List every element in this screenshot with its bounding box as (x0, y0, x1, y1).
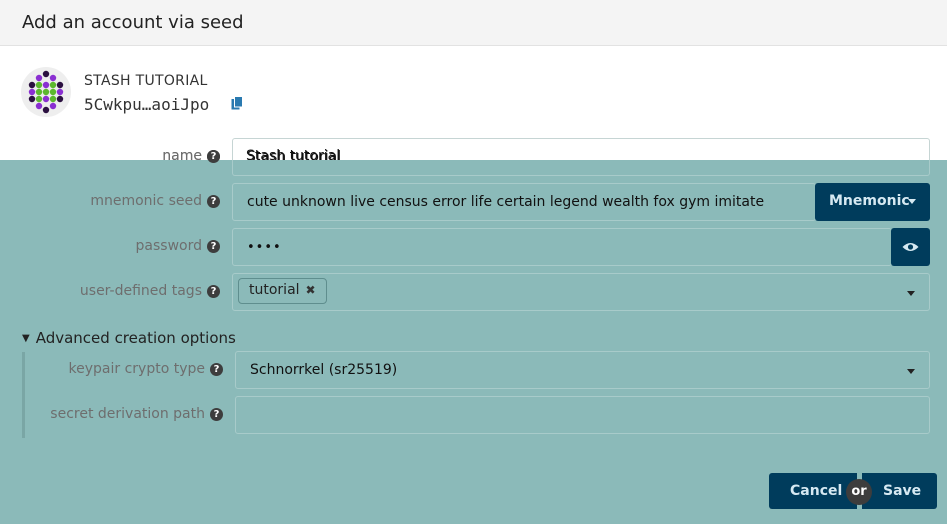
help-icon[interactable]: ? (207, 285, 220, 298)
mnemonic-input[interactable]: cute unknown live census error life cert… (232, 183, 816, 221)
help-icon[interactable]: ? (207, 240, 220, 253)
identicon (21, 67, 71, 117)
mnemonic-label: mnemonic seed? (40, 193, 220, 209)
modal-header: Add an account via seed (0, 0, 947, 46)
remove-tag-icon[interactable]: ✖ (306, 283, 316, 297)
or-separator: or (846, 479, 872, 505)
name-value: Stash tutorial (246, 148, 341, 164)
account-address: 5Cwkpu…aoiJpo (84, 95, 210, 114)
cancel-button[interactable]: Cancel (769, 473, 857, 509)
eye-icon (902, 243, 919, 251)
account-name: STASH TUTORIAL (84, 73, 208, 89)
advanced-options-toggle[interactable]: ▼ Advanced creation options (22, 329, 236, 347)
password-label: password? (40, 238, 220, 254)
advanced-section-rail (22, 352, 25, 438)
chevron-down-icon (907, 369, 915, 374)
help-icon[interactable]: ? (210, 408, 223, 421)
password-input[interactable]: •••• (232, 228, 892, 266)
help-icon[interactable]: ? (207, 150, 220, 163)
derivation-path-input[interactable] (235, 396, 930, 434)
save-button[interactable]: Save (862, 473, 937, 509)
tags-label: user-defined tags? (20, 283, 220, 299)
tag-chip: tutorial ✖ (238, 278, 327, 304)
crypto-type-select[interactable]: Schnorrkel (sr25519) (235, 351, 930, 389)
toggle-password-visibility-button[interactable] (891, 228, 930, 266)
derivation-path-label: secret derivation path? (30, 406, 223, 422)
caret-down-icon: ▼ (22, 333, 30, 344)
crypto-type-label: keypair crypto type? (30, 361, 223, 377)
help-icon[interactable]: ? (207, 195, 220, 208)
modal-title: Add an account via seed (22, 12, 244, 33)
name-label-overlay: name? (100, 148, 220, 164)
chevron-down-icon (907, 291, 915, 296)
tags-dropdown[interactable] (232, 273, 930, 311)
caret-down-icon (908, 199, 916, 204)
mnemonic-type-dropdown[interactable]: Mnemonic (815, 183, 930, 221)
copy-icon[interactable] (231, 96, 243, 110)
help-icon[interactable]: ? (210, 363, 223, 376)
